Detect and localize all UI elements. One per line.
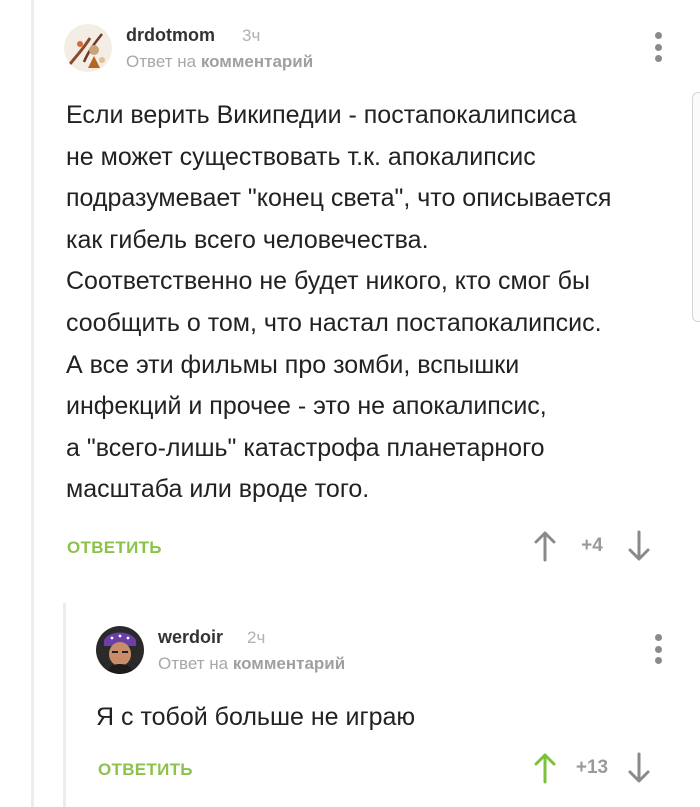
- username[interactable]: werdoir: [158, 627, 223, 648]
- comment-line: А все эти фильмы про зомби, вспышки: [66, 350, 520, 379]
- comment-line: не может существовать т.к. апокалипсис: [66, 142, 536, 171]
- score: +13: [575, 757, 609, 778]
- arrow-down-icon[interactable]: [628, 530, 650, 562]
- reply-to-link[interactable]: комментарий: [233, 654, 345, 673]
- reply-to-prefix: Ответ на: [126, 52, 197, 71]
- comment-line: инфекций и прочее - это не апокалипсис,: [66, 392, 547, 421]
- reply-to-label: Ответ на комментарий: [158, 654, 345, 674]
- comment-line: сообщить о том, что настал постапокалипс…: [66, 308, 602, 337]
- comment-line: Я с тобой больше не играю: [96, 703, 416, 731]
- comment-line: Соответственно не будет никого, кто смог…: [66, 267, 590, 296]
- comment-body: Я с тобой больше не играю: [96, 697, 415, 739]
- comment-line: масштаба или вроде того.: [66, 475, 370, 504]
- avatar[interactable]: [64, 24, 112, 72]
- avatar[interactable]: [96, 626, 144, 674]
- score: +4: [581, 535, 603, 556]
- reply-button[interactable]: ОТВЕТИТЬ: [98, 760, 193, 780]
- comment-line: а "всего-лишь" катастрофа планетарного: [66, 433, 545, 462]
- vote-controls: +13: [534, 752, 650, 784]
- comment-line: Если верить Википедии - постапокалипсиса: [66, 101, 577, 129]
- reply-to-link[interactable]: комментарий: [201, 52, 313, 71]
- vote-controls: +4: [534, 530, 650, 562]
- arrow-up-icon[interactable]: [534, 530, 556, 562]
- comment-body: Если верить Википедии - постапокалипсиса…: [66, 95, 611, 511]
- more-vertical-icon[interactable]: [652, 32, 664, 62]
- reply-to-label: Ответ на комментарий: [126, 52, 313, 72]
- reply-to-prefix: Ответ на: [158, 654, 229, 673]
- more-vertical-icon[interactable]: [652, 634, 664, 664]
- username[interactable]: drdotmom: [126, 25, 215, 46]
- arrow-up-icon[interactable]: [534, 752, 556, 784]
- comment-line: как гибель всего человечества.: [66, 225, 429, 254]
- arrow-down-icon[interactable]: [628, 752, 650, 784]
- timestamp: 3ч: [242, 26, 261, 45]
- reply-button[interactable]: ОТВЕТИТЬ: [67, 538, 162, 558]
- comment: werdoir 2ч Ответ на комментарий Я с тобо…: [0, 600, 700, 807]
- comment: drdotmom 3ч Ответ на комментарий Если ве…: [0, 0, 700, 580]
- timestamp: 2ч: [247, 628, 266, 647]
- comment-line: подразумевает "конец света", что описыва…: [66, 184, 612, 213]
